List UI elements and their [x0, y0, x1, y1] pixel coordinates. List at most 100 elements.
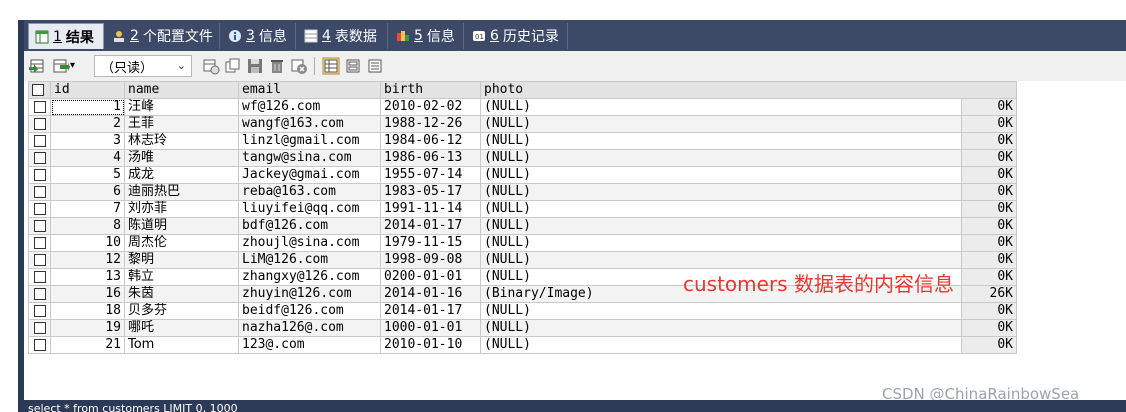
row-checkbox[interactable]	[28, 115, 51, 133]
cell-birth[interactable]: 1979-11-15	[380, 234, 481, 252]
tab-history[interactable]: 01 6 历史记录	[466, 23, 568, 49]
column-header-photo[interactable]: photo	[480, 81, 1017, 99]
duplicate-row-icon[interactable]	[224, 57, 242, 75]
tab-result[interactable]: 1 结果	[28, 23, 104, 49]
cell-photo[interactable]: (NULL) 0K	[480, 302, 1017, 320]
cell-name[interactable]: 黎明	[124, 251, 239, 269]
row-checkbox[interactable]	[28, 285, 51, 303]
cell-id[interactable]: 16	[50, 285, 125, 303]
cell-birth[interactable]: 1991-11-14	[380, 200, 481, 218]
cell-email[interactable]: linzl@gmail.com	[238, 132, 381, 150]
cell-photo[interactable]: (NULL) 0K	[480, 336, 1017, 354]
cell-email[interactable]: nazha126@.com	[238, 319, 381, 337]
table-row[interactable]: 4 汤唯 tangw@sina.com 1986-06-13 (NULL) 0K	[28, 149, 1017, 167]
row-checkbox[interactable]	[28, 268, 51, 286]
cell-name[interactable]: 陈道明	[124, 217, 239, 235]
cell-name[interactable]: 哪吒	[124, 319, 239, 337]
table-row[interactable]: 5 成龙 Jackey@gmai.com 1955-07-14 (NULL) 0K	[28, 166, 1017, 184]
cell-id[interactable]: 4	[50, 149, 125, 167]
table-row[interactable]: 6 迪丽热巴 reba@163.com 1983-05-17 (NULL) 0K	[28, 183, 1017, 201]
cell-photo[interactable]: (NULL) 0K	[480, 319, 1017, 337]
cell-name[interactable]: 贝多芬	[124, 302, 239, 320]
cell-photo[interactable]: (NULL) 0K	[480, 132, 1017, 150]
row-checkbox[interactable]	[28, 166, 51, 184]
cell-id[interactable]: 6	[50, 183, 125, 201]
cell-birth[interactable]: 1988-12-26	[380, 115, 481, 133]
row-checkbox[interactable]	[28, 234, 51, 252]
cell-id[interactable]: 13	[50, 268, 125, 286]
cell-email[interactable]: liuyifei@qq.com	[238, 200, 381, 218]
cell-name[interactable]: Tom	[124, 336, 239, 354]
cell-photo[interactable]: (NULL) 0K	[480, 166, 1017, 184]
cell-photo[interactable]: (NULL) 0K	[480, 251, 1017, 269]
cell-id[interactable]: 10	[50, 234, 125, 252]
save-icon[interactable]	[246, 57, 264, 75]
row-checkbox[interactable]	[28, 200, 51, 218]
row-checkbox[interactable]	[28, 132, 51, 150]
cell-id[interactable]: 5	[50, 166, 125, 184]
cell-birth[interactable]: 1984-06-12	[380, 132, 481, 150]
export-icon[interactable]	[28, 57, 46, 75]
cell-name[interactable]: 汪峰	[124, 98, 239, 116]
cell-email[interactable]: Jackey@gmai.com	[238, 166, 381, 184]
cell-name[interactable]: 朱茵	[124, 285, 239, 303]
cell-birth[interactable]: 2010-02-02	[380, 98, 481, 116]
cell-name[interactable]: 林志玲	[124, 132, 239, 150]
cell-email[interactable]: zhoujl@sina.com	[238, 234, 381, 252]
column-header-id[interactable]: id	[50, 81, 125, 99]
row-checkbox[interactable]	[28, 302, 51, 320]
cell-birth[interactable]: 1986-06-13	[380, 149, 481, 167]
cell-birth[interactable]: 1000-01-01	[380, 319, 481, 337]
cell-birth[interactable]: 1983-05-17	[380, 183, 481, 201]
cell-id[interactable]: 7	[50, 200, 125, 218]
import-icon[interactable]	[52, 57, 70, 75]
table-row[interactable]: 3 林志玲 linzl@gmail.com 1984-06-12 (NULL) 0K	[28, 132, 1017, 150]
cell-email[interactable]: 123@.com	[238, 336, 381, 354]
cell-id[interactable]: 12	[50, 251, 125, 269]
table-row[interactable]: 10 周杰伦 zhoujl@sina.com 1979-11-15 (NULL) 0K	[28, 234, 1017, 252]
cell-birth[interactable]: 0200-01-01	[380, 268, 481, 286]
cell-photo[interactable]: (NULL) 0K	[480, 115, 1017, 133]
insert-row-icon[interactable]	[202, 57, 220, 75]
text-view-icon[interactable]	[366, 57, 384, 75]
row-checkbox[interactable]	[28, 149, 51, 167]
tab-info[interactable]: 3 信息	[222, 23, 296, 49]
cell-name[interactable]: 周杰伦	[124, 234, 239, 252]
tab-info-2[interactable]: 5 信息	[390, 23, 464, 49]
cell-id[interactable]: 18	[50, 302, 125, 320]
readonly-select[interactable]: （只读） ⌄	[94, 55, 192, 77]
table-row[interactable]: 7 刘亦菲 liuyifei@qq.com 1991-11-14 (NULL) 0K	[28, 200, 1017, 218]
row-checkbox[interactable]	[28, 217, 51, 235]
row-checkbox[interactable]	[28, 336, 51, 354]
cell-id[interactable]: 2	[50, 115, 125, 133]
cell-email[interactable]: reba@163.com	[238, 183, 381, 201]
table-row[interactable]: 18 贝多芬 beidf@126.com 2014-01-17 (NULL) 0K	[28, 302, 1017, 320]
cell-id[interactable]: 1	[50, 98, 125, 116]
cell-photo[interactable]: (NULL) 0K	[480, 98, 1017, 116]
form-view-icon[interactable]	[344, 57, 362, 75]
cell-name[interactable]: 刘亦菲	[124, 200, 239, 218]
cell-photo[interactable]: (NULL) 0K	[480, 200, 1017, 218]
cell-name[interactable]: 迪丽热巴	[124, 183, 239, 201]
cell-id[interactable]: 3	[50, 132, 125, 150]
cell-email[interactable]: zhuyin@126.com	[238, 285, 381, 303]
cell-photo[interactable]: (NULL) 0K	[480, 183, 1017, 201]
cell-birth[interactable]: 1955-07-14	[380, 166, 481, 184]
cell-email[interactable]: wangf@163.com	[238, 115, 381, 133]
cell-birth[interactable]: 2014-01-17	[380, 217, 481, 235]
table-row[interactable]: 2 王菲 wangf@163.com 1988-12-26 (NULL) 0K	[28, 115, 1017, 133]
cell-email[interactable]: tangw@sina.com	[238, 149, 381, 167]
column-header-birth[interactable]: birth	[380, 81, 481, 99]
cancel-changes-icon[interactable]	[290, 57, 308, 75]
cell-email[interactable]: beidf@126.com	[238, 302, 381, 320]
table-row[interactable]: 8 陈道明 bdf@126.com 2014-01-17 (NULL) 0K	[28, 217, 1017, 235]
cell-name[interactable]: 韩立	[124, 268, 239, 286]
tab-profile[interactable]: 2 个配置文件	[106, 23, 220, 49]
cell-name[interactable]: 王菲	[124, 115, 239, 133]
column-header-email[interactable]: email	[238, 81, 381, 99]
column-header-name[interactable]: name	[124, 81, 239, 99]
cell-id[interactable]: 21	[50, 336, 125, 354]
cell-photo[interactable]: (NULL) 0K	[480, 234, 1017, 252]
cell-birth[interactable]: 2014-01-17	[380, 302, 481, 320]
grid-view-icon[interactable]	[322, 57, 340, 75]
